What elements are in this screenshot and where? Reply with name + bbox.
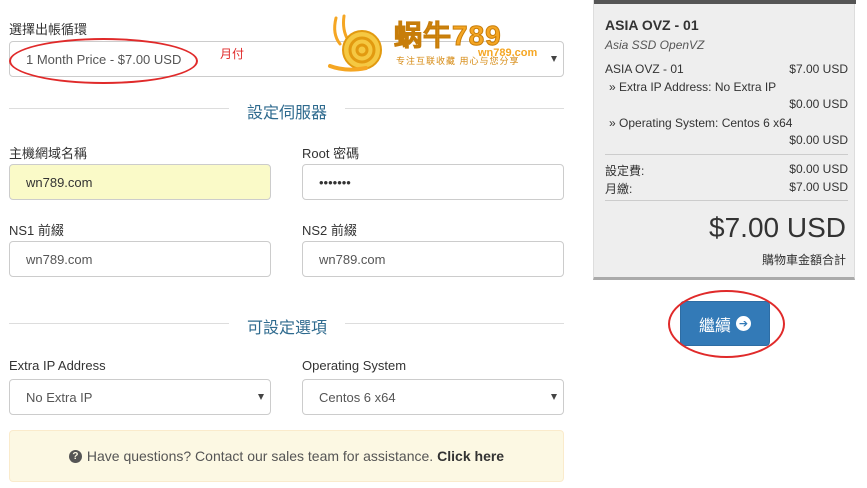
summary-line-label: ASIA OVZ - 01 [605,62,684,76]
summary-monthly-row: 月繳: $7.00 USD [605,180,848,196]
summary-line-label: » Extra IP Address: No Extra IP [609,80,777,94]
summary-setup-row: 設定費: $0.00 USD [605,162,848,178]
logo-tagline: 专注互联收藏 用心与您分享 [396,56,520,66]
section-title-options: 可設定選項 [247,320,328,337]
ns2-input[interactable]: wn789.com [302,241,564,277]
ns1-value: wn789.com [26,251,93,267]
summary-line: $0.00 USD [605,97,848,113]
help-box: ? Have questions? Contact our sales team… [9,430,564,482]
snail-icon [328,14,382,72]
help-link[interactable]: Click here [437,448,504,464]
summary-divider [605,154,848,155]
summary-line: $0.00 USD [605,133,848,149]
monthly-label: 月繳: [605,182,633,196]
root-password-input[interactable]: ••••••• [302,164,564,200]
annotation-monthly: 月付 [220,47,245,61]
summary-line-value: $7.00 USD [789,62,848,76]
summary-top-bar [594,0,856,4]
total-amount: $7.00 USD [709,212,846,243]
summary-line-label: » Operating System: Centos 6 x64 [609,116,793,130]
annotation-ellipse-continue [668,290,785,358]
os-select[interactable]: Centos 6 x64 [302,379,564,415]
extra-ip-value: No Extra IP [26,389,93,405]
hostname-label: 主機網域名稱 [9,146,88,161]
summary-line-value: $0.00 USD [789,97,848,111]
ns1-input[interactable]: wn789.com [9,241,271,277]
chevron-down-icon [551,56,557,62]
os-label: Operating System [302,358,407,373]
ns1-label: NS1 前綴 [9,223,64,238]
order-summary: ASIA OVZ - 01 Asia SSD OpenVZ ASIA OVZ -… [593,0,856,280]
extra-ip-label: Extra IP Address [9,358,106,373]
annotation-ellipse-billing [9,38,198,84]
root-password-value: ••••••• [319,174,351,190]
setup-fee-label: 設定費: [605,164,645,178]
site-logo: 蜗牛789 wn789.com 专注互联收藏 用心与您分享 [326,14,551,72]
total-label: 購物車金額合計 [761,253,846,267]
summary-product-group: Asia SSD OpenVZ [605,38,705,52]
chevron-down-icon [551,394,557,400]
section-divider-left [9,108,229,109]
summary-divider [605,200,848,201]
extra-ip-select[interactable]: No Extra IP [9,379,271,415]
summary-product-name: ASIA OVZ - 01 [605,17,699,33]
monthly-value: $7.00 USD [789,180,848,194]
help-text: Have questions? Contact our sales team f… [86,448,434,464]
section-title-server: 設定伺服器 [247,105,328,122]
billing-cycle-label: 選擇出帳循環 [9,22,88,37]
summary-line-value: $0.00 USD [789,133,848,147]
chevron-down-icon [258,394,264,400]
setup-fee-value: $0.00 USD [789,162,848,176]
section-divider-right [345,323,564,324]
hostname-input[interactable]: wn789.com [9,164,271,200]
question-circle-icon: ? [68,449,82,463]
ns2-value: wn789.com [319,251,386,267]
summary-line: ASIA OVZ - 01 $7.00 USD [605,62,848,78]
section-divider-right [345,108,564,109]
hostname-value: wn789.com [26,174,93,190]
summary-line: » Operating System: Centos 6 x64 [605,116,848,132]
os-value: Centos 6 x64 [319,389,396,405]
ns2-label: NS2 前綴 [302,223,357,238]
root-password-label: Root 密碼 [302,146,360,161]
section-divider-left [9,323,229,324]
summary-line: » Extra IP Address: No Extra IP [605,80,848,96]
